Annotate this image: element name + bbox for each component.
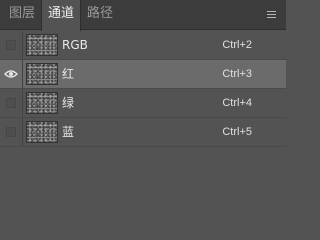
visibility-toggle[interactable]	[0, 118, 22, 146]
divider	[22, 31, 23, 59]
channel-thumbnail	[26, 34, 58, 56]
divider	[22, 60, 23, 88]
channel-list: RGB Ctrl+2 红 Ctrl+3 绿 Ctrl+4 蓝 Ctrl+5	[0, 31, 286, 147]
hamburger-menu-icon[interactable]	[267, 11, 276, 19]
channel-name: 蓝	[62, 125, 75, 139]
visibility-off-icon	[6, 40, 16, 50]
panel-tab-bar: 图层 通道 路径	[0, 0, 286, 31]
channel-thumbnail	[26, 92, 58, 114]
channels-panel: 图层 通道 路径 RGB Ctrl+2 红 Ctrl+3 绿 Ctrl+4 蓝 …	[0, 0, 286, 222]
tab-layers[interactable]: 图层	[0, 0, 44, 30]
channel-name: 绿	[62, 96, 75, 110]
tab-channels[interactable]: 通道	[41, 0, 81, 31]
divider	[22, 118, 23, 146]
visibility-toggle[interactable]	[0, 31, 22, 59]
tab-channels-label: 通道	[47, 6, 74, 21]
visibility-off-icon	[6, 98, 16, 108]
channel-name: 红	[62, 67, 75, 81]
channel-shortcut: Ctrl+2	[222, 39, 252, 51]
divider	[22, 89, 23, 117]
tab-paths-label: 路径	[86, 6, 113, 21]
channel-row-red[interactable]: 红 Ctrl+3	[0, 60, 286, 89]
channel-thumbnail	[26, 121, 58, 143]
channel-shortcut: Ctrl+5	[222, 126, 252, 138]
eye-icon	[4, 70, 18, 78]
channel-row-green[interactable]: 绿 Ctrl+4	[0, 89, 286, 118]
visibility-toggle[interactable]	[0, 89, 22, 117]
tab-layers-label: 图层	[8, 6, 35, 21]
channel-row-rgb[interactable]: RGB Ctrl+2	[0, 31, 286, 60]
channel-row-blue[interactable]: 蓝 Ctrl+5	[0, 118, 286, 147]
visibility-off-icon	[6, 127, 16, 137]
channel-shortcut: Ctrl+3	[222, 68, 252, 80]
tab-paths[interactable]: 路径	[81, 0, 119, 30]
channel-name: RGB	[62, 38, 88, 52]
channel-thumbnail	[26, 63, 58, 85]
visibility-toggle[interactable]	[0, 60, 22, 88]
channel-shortcut: Ctrl+4	[222, 97, 252, 109]
